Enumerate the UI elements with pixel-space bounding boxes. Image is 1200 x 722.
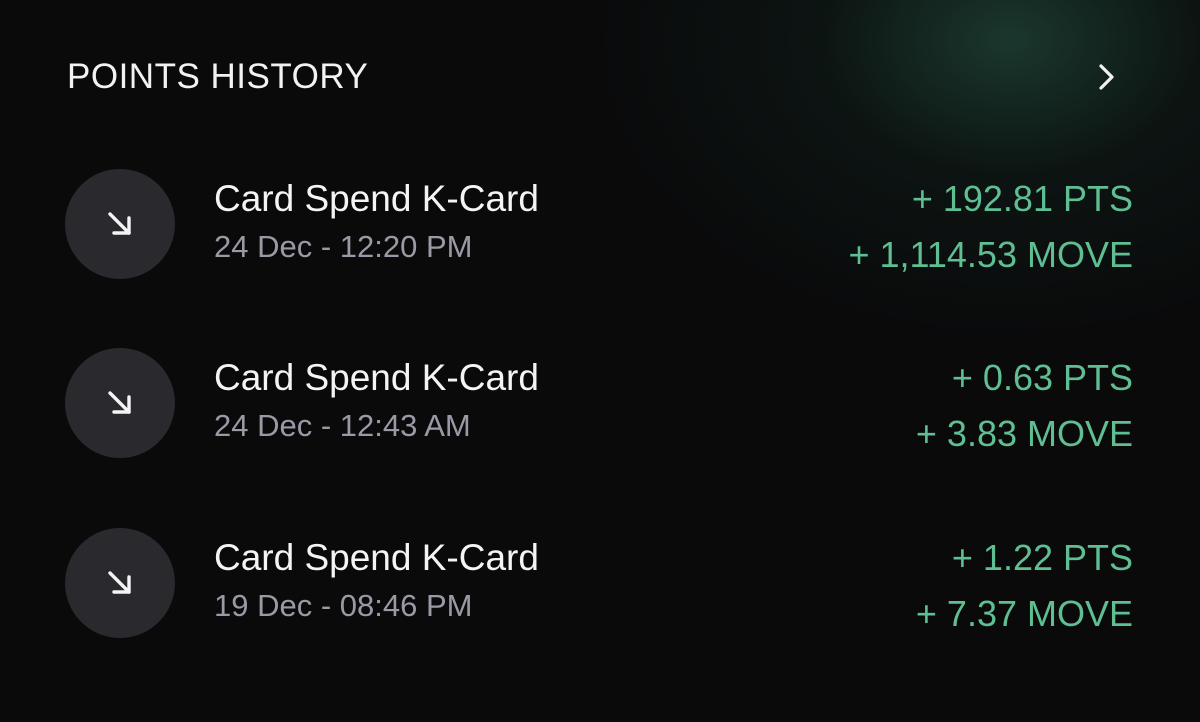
page-title: POINTS HISTORY <box>67 57 369 96</box>
points-amount: + 192.81 PTS <box>911 178 1133 219</box>
transaction-row[interactable]: Card Spend K-Card 24 Dec - 12:43 AM + 0.… <box>65 348 1135 458</box>
transaction-details: Card Spend K-Card 19 Dec - 08:46 PM <box>214 536 539 626</box>
transaction-row[interactable]: Card Spend K-Card 19 Dec - 08:46 PM + 1.… <box>65 528 1135 638</box>
transaction-amounts: + 192.81 PTS + 1,114.53 MOVE <box>848 177 1133 277</box>
transaction-amounts: + 1.22 PTS + 7.37 MOVE <box>916 536 1133 636</box>
transaction-title: Card Spend K-Card <box>214 537 539 578</box>
points-amount: + 0.63 PTS <box>951 357 1133 398</box>
transaction-title: Card Spend K-Card <box>214 357 539 398</box>
move-amount: + 1,114.53 MOVE <box>848 234 1133 275</box>
transaction-date: 24 Dec - 12:20 PM <box>214 229 473 264</box>
arrow-down-right-icon <box>65 169 175 279</box>
transaction-row[interactable]: Card Spend K-Card 24 Dec - 12:20 PM + 19… <box>65 169 1135 279</box>
transaction-date: 19 Dec - 08:46 PM <box>214 588 473 623</box>
points-amount: + 1.22 PTS <box>951 537 1133 578</box>
transaction-details: Card Spend K-Card 24 Dec - 12:20 PM <box>214 177 539 267</box>
transaction-details: Card Spend K-Card 24 Dec - 12:43 AM <box>214 356 539 446</box>
arrow-down-right-icon <box>65 528 175 638</box>
move-amount: + 7.37 MOVE <box>915 593 1133 634</box>
move-amount: + 3.83 MOVE <box>915 413 1133 454</box>
points-history-header[interactable]: POINTS HISTORY <box>67 52 1127 102</box>
transaction-amounts: + 0.63 PTS + 3.83 MOVE <box>916 356 1133 456</box>
transaction-date: 24 Dec - 12:43 AM <box>214 408 471 443</box>
transaction-title: Card Spend K-Card <box>214 178 539 219</box>
arrow-down-right-icon <box>65 348 175 458</box>
chevron-right-icon[interactable] <box>1087 57 1127 97</box>
points-history-panel: POINTS HISTORY Card Spend K-Card 24 Dec … <box>0 0 1200 722</box>
